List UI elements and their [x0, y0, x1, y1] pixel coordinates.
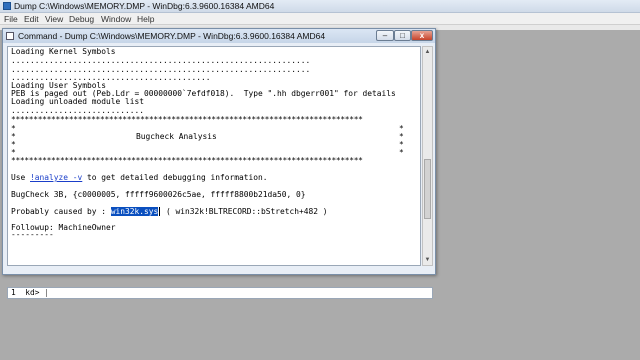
menu-bar: File Edit View Debug Window Help: [0, 13, 640, 25]
app-title: Dump C:\Windows\MEMORY.DMP - WinDbg:6.3.…: [14, 1, 275, 11]
output-line-bugcheck: BugCheck 3B, {c0000005, fffff9600026c5ae…: [11, 190, 306, 199]
menu-help[interactable]: Help: [137, 14, 154, 24]
menu-debug[interactable]: Debug: [69, 14, 94, 24]
bugcheck-analysis-heading: Bugcheck Analysis: [136, 132, 217, 141]
command-window-title: Command - Dump C:\Windows\MEMORY.DMP - W…: [18, 31, 326, 41]
windbg-icon: [3, 2, 11, 10]
close-button[interactable]: x: [411, 30, 433, 41]
minimize-button[interactable]: –: [376, 30, 394, 41]
output-line-followup-underline: ---------: [11, 230, 54, 239]
scroll-up-arrow-icon[interactable]: ▲: [423, 47, 432, 57]
menu-edit[interactable]: Edit: [24, 14, 39, 24]
command-output[interactable]: Loading Kernel Symbols .................…: [7, 46, 421, 266]
command-window-title-bar[interactable]: Command - Dump C:\Windows\MEMORY.DMP - W…: [3, 29, 435, 43]
app-title-bar: Dump C:\Windows\MEMORY.DMP - WinDbg:6.3.…: [0, 0, 640, 13]
banner-side-star: *: [399, 148, 404, 157]
prompt-divider: [46, 289, 47, 297]
command-window[interactable]: Command - Dump C:\Windows\MEMORY.DMP - W…: [2, 28, 436, 299]
command-prompt-bar[interactable]: 1 kd>: [7, 287, 433, 299]
scroll-down-arrow-icon[interactable]: ▼: [423, 255, 432, 265]
maximize-button[interactable]: □: [394, 30, 411, 41]
banner-stars-bottom: ****************************************…: [11, 156, 363, 165]
banner-stars-top: ****************************************…: [11, 115, 363, 124]
scrollbar-thumb[interactable]: [424, 159, 431, 219]
menu-window[interactable]: Window: [101, 14, 131, 24]
output-line-analyze-hint: Use !analyze -v to get detailed debuggin…: [11, 173, 268, 182]
kd-prompt-label: 1 kd>: [11, 288, 40, 297]
output-line-probably-caused: Probably caused by : win32k.sys ( win32k…: [11, 207, 328, 216]
vertical-scrollbar[interactable]: ▲ ▼: [422, 46, 433, 266]
menu-file[interactable]: File: [4, 14, 18, 24]
menu-view[interactable]: View: [45, 14, 63, 24]
command-window-icon: [6, 32, 14, 40]
analyze-link[interactable]: !analyze -v: [30, 173, 82, 182]
caused-module-selection[interactable]: win32k.sys: [110, 207, 159, 216]
